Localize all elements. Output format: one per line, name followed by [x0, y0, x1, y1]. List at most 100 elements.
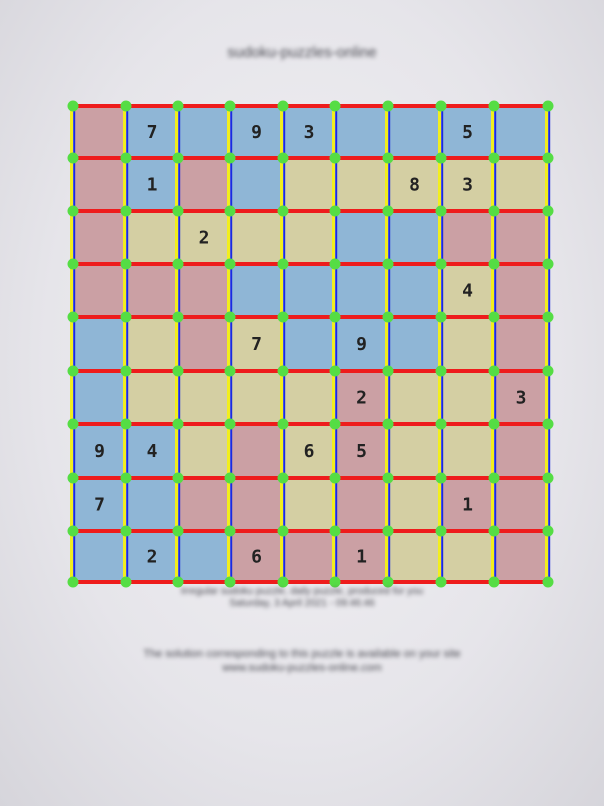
- digit-r8c8: 1: [462, 495, 473, 516]
- sudoku-board: 7 9 3 5 1 8 3 2 4 7 9 2 3 9 4 6 5 7 1 2 6 1: [67, 100, 554, 588]
- corner-node: [120, 472, 132, 484]
- cell-r2c6: [337, 160, 386, 209]
- cell-r2c9: [496, 160, 546, 209]
- corner-node: [382, 472, 394, 484]
- corner-node: [382, 525, 394, 537]
- corner-node: [172, 152, 184, 164]
- cell-r9c5: [285, 533, 333, 580]
- cell-r1c9: [496, 108, 546, 156]
- cell-r7c7: [390, 426, 439, 476]
- cell-r3c8: [443, 213, 492, 262]
- digit-r1c8: 5: [462, 122, 473, 143]
- corner-node: [542, 472, 554, 484]
- cell-r7c8: [443, 426, 492, 476]
- corner-node: [488, 525, 500, 537]
- corner-node: [277, 311, 289, 323]
- footer-website: www.sudoku-puzzles-online.com: [222, 662, 382, 674]
- corner-node: [488, 258, 500, 270]
- cell-r4c9: [496, 266, 546, 315]
- cell-r4c1: [75, 266, 124, 315]
- corner-node: [172, 258, 184, 270]
- digit-r9c4: 6: [251, 547, 262, 568]
- footer-date: Saturday, 3 April 2021 - 09:46:46: [229, 598, 375, 609]
- corner-node: [224, 525, 236, 537]
- cell-r8c3: [180, 480, 228, 529]
- corner-node: [67, 418, 79, 430]
- digit-r2c8: 3: [462, 175, 473, 196]
- corner-node: [542, 205, 554, 217]
- corner-node: [224, 152, 236, 164]
- cell-r4c2: [128, 266, 176, 315]
- cell-r1c3: [180, 108, 228, 156]
- corner-node: [277, 418, 289, 430]
- cell-r4c5: [285, 266, 333, 315]
- corner-node: [382, 152, 394, 164]
- digit-r7c6: 5: [356, 441, 367, 462]
- corner-node: [120, 258, 132, 270]
- digit-r1c2: 7: [147, 122, 158, 143]
- corner-node: [382, 418, 394, 430]
- corner-node: [435, 365, 447, 377]
- cell-r4c7: [390, 266, 439, 315]
- corner-node: [382, 100, 394, 112]
- corner-node: [172, 100, 184, 112]
- corner-node: [172, 525, 184, 537]
- corner-node: [67, 152, 79, 164]
- cell-r6c4: [232, 373, 281, 422]
- digit-r9c2: 2: [147, 547, 158, 568]
- corner-node: [488, 365, 500, 377]
- cell-r8c2: [128, 480, 176, 529]
- cell-r2c3: [180, 160, 228, 209]
- digit-r2c7: 8: [409, 175, 420, 196]
- corner-node: [277, 258, 289, 270]
- cell-r3c4: [232, 213, 281, 262]
- cell-r8c6: [337, 480, 386, 529]
- corner-node: [382, 205, 394, 217]
- corner-node: [224, 365, 236, 377]
- cell-r2c1: [75, 160, 124, 209]
- corner-node: [435, 205, 447, 217]
- cell-r5c8: [443, 319, 492, 369]
- digit-r7c1: 9: [94, 441, 105, 462]
- digit-r5c4: 7: [251, 334, 262, 355]
- corner-node: [435, 311, 447, 323]
- cell-r8c9: [496, 480, 546, 529]
- digit-r7c5: 6: [304, 441, 315, 462]
- cell-r6c7: [390, 373, 439, 422]
- corner-node: [329, 472, 341, 484]
- cell-r5c9: [496, 319, 546, 369]
- digit-r9c6: 1: [356, 547, 367, 568]
- corner-node: [67, 205, 79, 217]
- corner-node: [120, 365, 132, 377]
- corner-node: [172, 472, 184, 484]
- digit-r4c8: 4: [462, 281, 473, 302]
- corner-node: [224, 418, 236, 430]
- corner-node: [435, 100, 447, 112]
- corner-node: [382, 258, 394, 270]
- footer-solution-note: The solution corresponding to this puzzl…: [143, 648, 461, 660]
- digit-r7c2: 4: [147, 441, 158, 462]
- digit-r6c9: 3: [516, 388, 527, 409]
- cell-r5c5: [285, 319, 333, 369]
- cell-r1c6: [337, 108, 386, 156]
- corner-node: [382, 365, 394, 377]
- corner-node: [277, 100, 289, 112]
- corner-node: [67, 100, 79, 112]
- corner-node: [172, 311, 184, 323]
- cell-r9c1: [75, 533, 124, 580]
- footer-puzzle-info: Irregular sudoku puzzle, daily puzzle, p…: [180, 586, 424, 597]
- corner-node: [488, 100, 500, 112]
- corner-node: [172, 365, 184, 377]
- cell-r3c7: [390, 213, 439, 262]
- corner-node: [488, 311, 500, 323]
- corner-node: [542, 311, 554, 323]
- cell-r9c3: [180, 533, 228, 580]
- cell-r3c2: [128, 213, 176, 262]
- corner-node: [67, 472, 79, 484]
- digit-r2c2: 1: [147, 175, 158, 196]
- corner-node: [120, 418, 132, 430]
- cell-r7c3: [180, 426, 228, 476]
- corner-node: [120, 311, 132, 323]
- cell-r6c8: [443, 373, 492, 422]
- corner-node: [67, 311, 79, 323]
